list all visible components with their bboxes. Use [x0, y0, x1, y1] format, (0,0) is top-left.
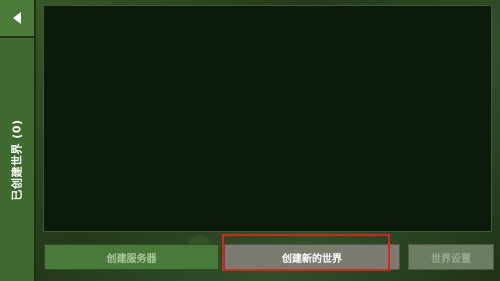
- create-new-world-button[interactable]: 创建新的世界: [224, 244, 400, 270]
- world-settings-button[interactable]: 世界设置: [408, 244, 494, 270]
- back-button[interactable]: [0, 0, 34, 38]
- world-list-panel: [43, 5, 492, 232]
- sidebar: 已创建世界 (0): [0, 0, 36, 281]
- back-arrow-icon: [13, 12, 21, 24]
- tab-created-worlds-label: 已创建世界 (0): [11, 118, 25, 201]
- tab-created-worlds[interactable]: 已创建世界 (0): [0, 38, 34, 281]
- create-server-button[interactable]: 创建服务器: [44, 244, 219, 270]
